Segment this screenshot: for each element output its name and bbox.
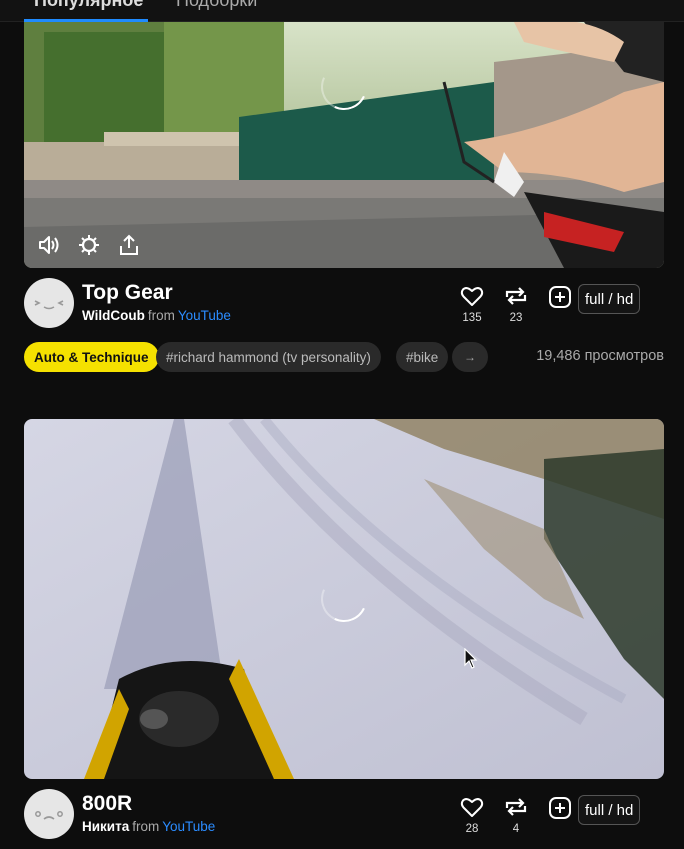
add-to-collection-button[interactable] [547, 284, 573, 310]
tag-chip[interactable]: #bike [396, 342, 449, 372]
avatar[interactable] [24, 789, 74, 839]
coub-card: 800R Никита from YouTube 28 4 full / hd [24, 419, 664, 849]
more-tags-button[interactable]: → [452, 342, 488, 372]
recoub-count: 23 [509, 312, 523, 324]
coub-title[interactable]: Top Gear [82, 281, 173, 305]
brightness-icon[interactable] [76, 232, 102, 258]
recoub-count: 4 [512, 823, 520, 835]
recoub-button[interactable]: 4 [498, 795, 534, 835]
share-icon[interactable] [116, 232, 142, 258]
avatar[interactable] [24, 278, 74, 328]
like-count: 28 [465, 823, 479, 835]
tag-row: Auto & Technique #richard hammond (tv pe… [24, 342, 664, 374]
coub-byline: WildCoub from YouTube [82, 308, 231, 323]
volume-icon[interactable] [36, 232, 62, 258]
view-count: 19,486 просмотров [536, 348, 664, 364]
like-button[interactable]: 28 [454, 795, 490, 835]
quality-button[interactable]: full / hd [578, 284, 641, 314]
recoub-icon [498, 795, 534, 819]
mouse-cursor-icon [464, 648, 478, 669]
tag-chip[interactable]: #richard hammond (tv personality) [156, 342, 381, 372]
video-player[interactable] [24, 419, 664, 779]
coub-title[interactable]: 800R [82, 792, 132, 816]
tab-collections[interactable]: Подборки [176, 0, 257, 11]
heart-icon [454, 795, 490, 819]
quality-button[interactable]: full / hd [578, 795, 641, 825]
from-label: from [147, 308, 175, 323]
player-controls [36, 232, 142, 258]
like-button[interactable]: 135 [454, 284, 490, 324]
plus-square-icon [549, 797, 571, 819]
author-link[interactable]: WildCoub [82, 308, 145, 323]
recoub-icon [498, 284, 534, 308]
author-link[interactable]: Никита [82, 819, 129, 834]
tab-popular[interactable]: Популярное [34, 0, 143, 11]
category-tag[interactable]: Auto & Technique [24, 342, 159, 372]
source-link[interactable]: YouTube [162, 819, 215, 834]
coub-meta: 800R Никита from YouTube 28 4 full / hd [24, 789, 664, 849]
add-to-collection-button[interactable] [547, 795, 573, 821]
coub-byline: Никита from YouTube [82, 819, 215, 834]
from-label: from [132, 819, 160, 834]
heart-icon [454, 284, 490, 308]
video-player[interactable] [24, 22, 664, 268]
coub-card: Top Gear WildCoub from YouTube 135 23 full… [24, 22, 664, 374]
source-link[interactable]: YouTube [178, 308, 231, 323]
recoub-button[interactable]: 23 [498, 284, 534, 324]
coub-meta: Top Gear WildCoub from YouTube 135 23 full… [24, 278, 664, 338]
top-nav-bar: Популярное Подборки [0, 0, 684, 22]
plus-square-icon [549, 286, 571, 308]
like-count: 135 [462, 312, 482, 324]
